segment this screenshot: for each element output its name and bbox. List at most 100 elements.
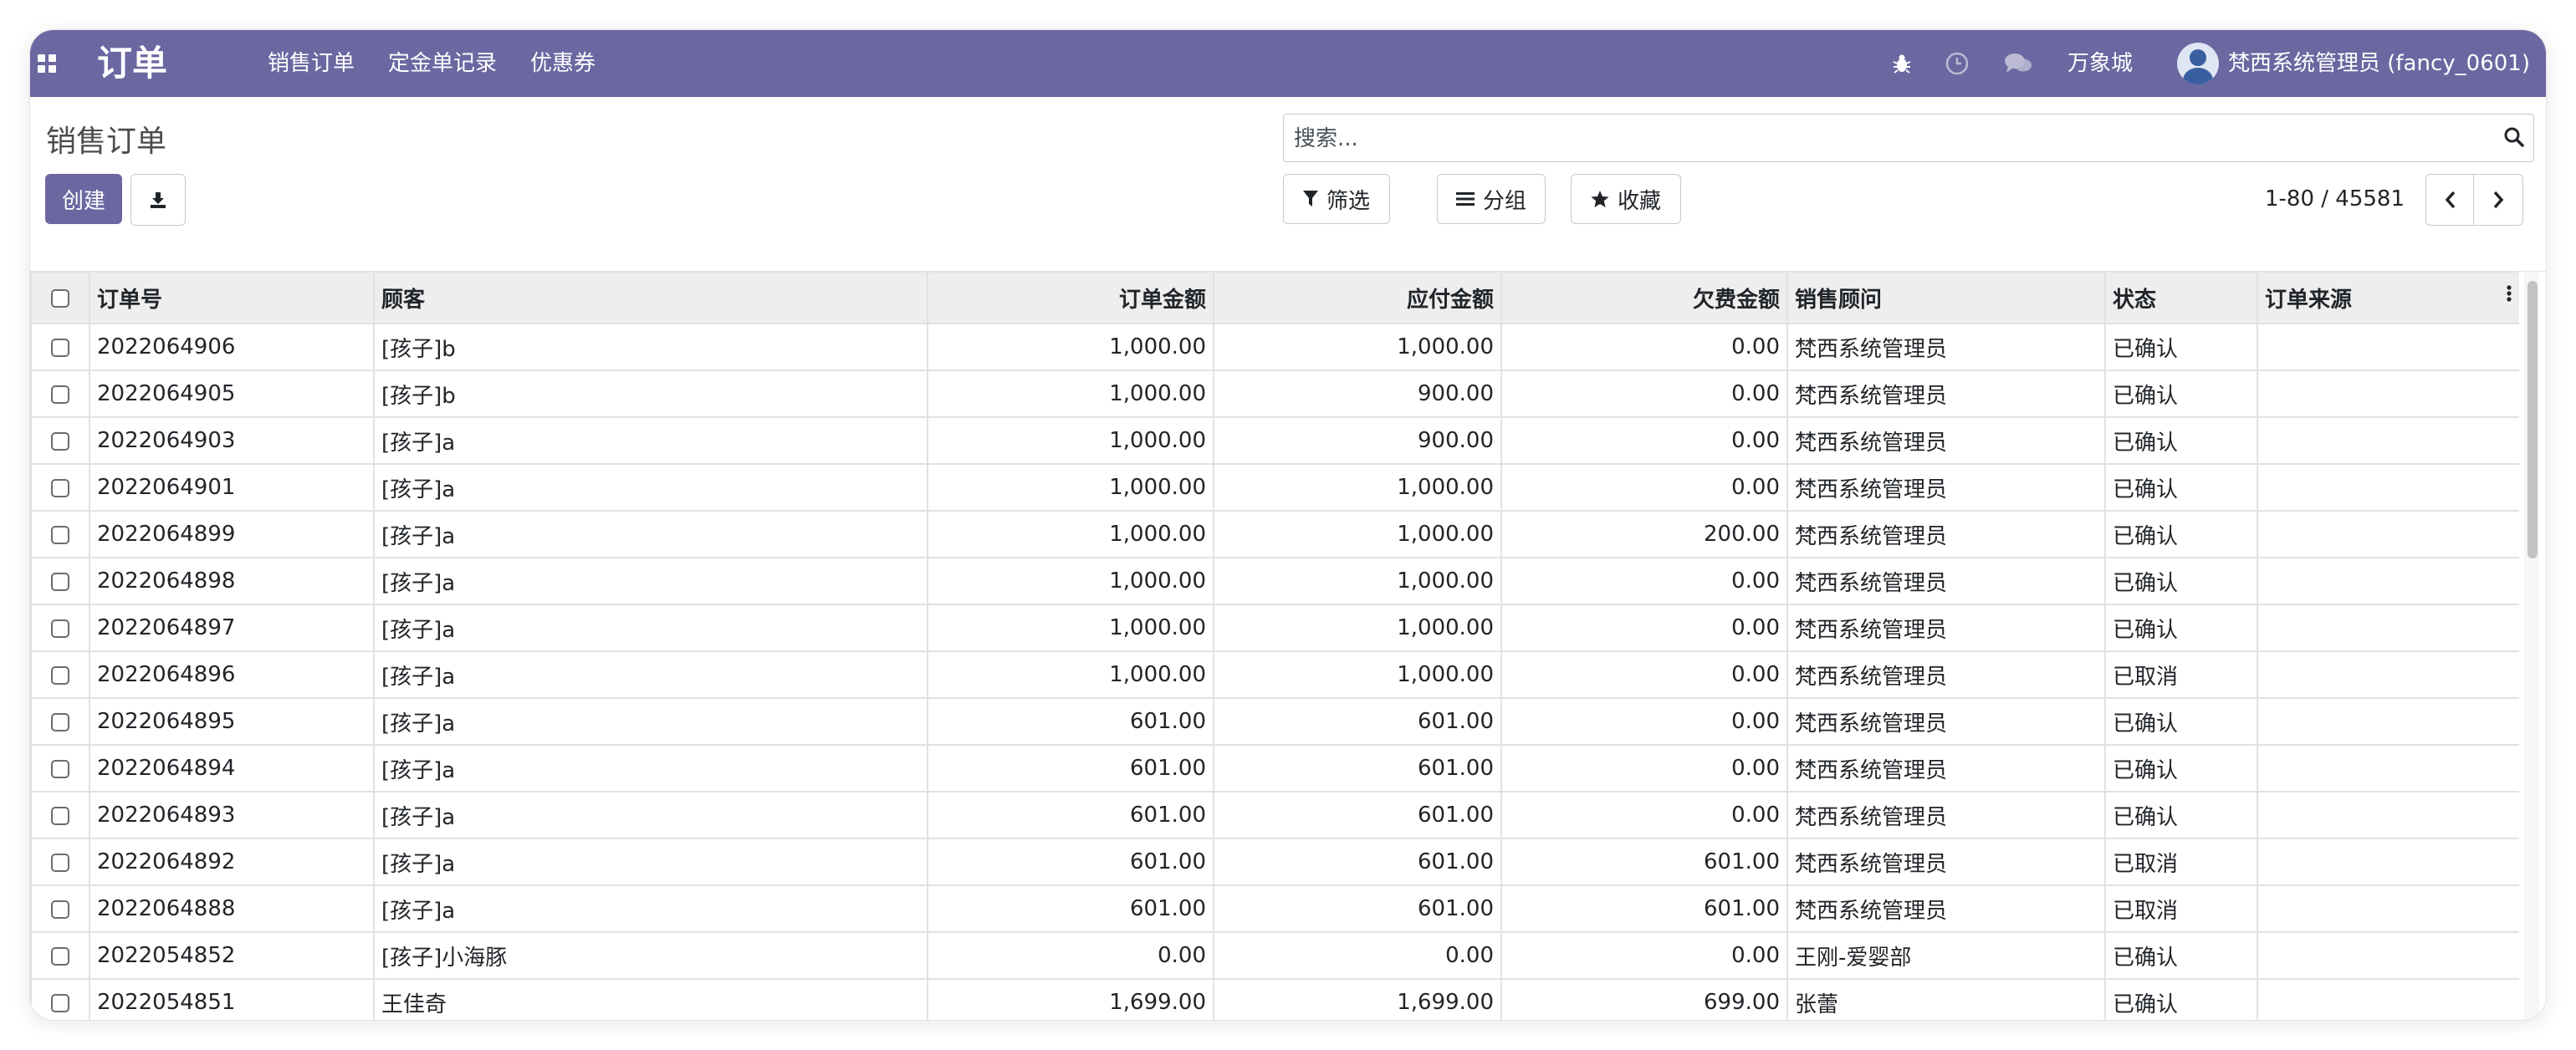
- table-row[interactable]: 2022064897 [孩子]a 1,000.00 1,000.00 0.00 梵西系统管…: [30, 604, 2519, 652]
- cell-customer: [孩子]a: [373, 463, 928, 512]
- more-vertical-icon[interactable]: [2506, 283, 2512, 304]
- table-row[interactable]: 2022064905 [孩子]b 1,000.00 900.00 0.00 梵西系统管理员…: [30, 370, 2519, 418]
- pager-value[interactable]: 1-80 / 45581: [2265, 174, 2405, 224]
- row-select-cell: [30, 416, 90, 465]
- row-checkbox[interactable]: [51, 900, 69, 919]
- cell-order-no: 2022064903: [89, 416, 375, 465]
- cell-customer: 王佳奇: [373, 978, 928, 1020]
- clock-icon[interactable]: [1945, 30, 1969, 97]
- apps-icon[interactable]: [30, 30, 64, 97]
- cell-sales-advisor: 梵西系统管理员: [1786, 510, 2106, 558]
- cell-sales-advisor: 梵西系统管理员: [1786, 838, 2106, 886]
- store-switcher[interactable]: 万象城: [2067, 30, 2133, 97]
- cell-order-source: [2257, 323, 2519, 371]
- bug-icon[interactable]: [1892, 30, 1912, 97]
- table-row[interactable]: 2022064896 [孩子]a 1,000.00 1,000.00 0.00 梵西系统管…: [30, 650, 2519, 699]
- cell-order-no: 2022064892: [89, 838, 375, 886]
- cell-payable-amount: 601.00: [1213, 791, 1502, 839]
- cell-status: 已确认: [2104, 510, 2258, 558]
- table-row[interactable]: 2022064892 [孩子]a 601.00 601.00 601.00 梵西系统管理员…: [30, 838, 2519, 886]
- column-header-order-no[interactable]: 订单号: [89, 271, 375, 324]
- table-row[interactable]: 2022064903 [孩子]a 1,000.00 900.00 0.00 梵西系统管理员…: [30, 416, 2519, 465]
- table-row[interactable]: 2022064888 [孩子]a 601.00 601.00 601.00 梵西系统管理员…: [30, 884, 2519, 933]
- table-row[interactable]: 2022064899 [孩子]a 1,000.00 1,000.00 200.00 梵西系…: [30, 510, 2519, 558]
- menu-deposit-records[interactable]: 定金单记录: [388, 30, 497, 97]
- table-row[interactable]: 2022064901 [孩子]a 1,000.00 1,000.00 0.00 梵西系统管…: [30, 463, 2519, 512]
- search-icon[interactable]: [2503, 126, 2525, 151]
- control-panel: 销售订单 创建 筛选: [30, 97, 2546, 272]
- row-checkbox[interactable]: [51, 806, 69, 825]
- cell-order-amount: 1,699.00: [927, 978, 1214, 1020]
- favorites-button[interactable]: 收藏: [1571, 174, 1681, 224]
- cell-customer: [孩子]a: [373, 604, 928, 652]
- cell-payable-amount: 1,000.00: [1213, 323, 1502, 371]
- cell-payable-amount: 1,000.00: [1213, 510, 1502, 558]
- cell-sales-advisor: 梵西系统管理员: [1786, 604, 2106, 652]
- table-row[interactable]: 2022054851 王佳奇 1,699.00 1,699.00 699.00 张蕾 已确认: [30, 978, 2519, 1020]
- menu-sales-orders[interactable]: 销售订单: [268, 30, 355, 97]
- row-checkbox[interactable]: [51, 665, 69, 685]
- pager-previous-button[interactable]: [2425, 174, 2476, 226]
- cell-order-amount: 1,000.00: [927, 510, 1214, 558]
- chat-icon[interactable]: [2004, 30, 2032, 97]
- row-checkbox[interactable]: [51, 338, 69, 357]
- row-checkbox[interactable]: [51, 619, 69, 638]
- row-checkbox[interactable]: [51, 525, 69, 544]
- cell-order-no: 2022064895: [89, 697, 375, 746]
- cell-customer: [孩子]b: [373, 370, 928, 418]
- select-all-checkbox[interactable]: [51, 288, 69, 308]
- table-row[interactable]: 2022054852 [孩子]小海豚 0.00 0.00 0.00 王刚-爱婴部 已确认: [30, 931, 2519, 980]
- table-row[interactable]: 2022064893 [孩子]a 601.00 601.00 0.00 梵西系统管理员 已确…: [30, 791, 2519, 839]
- table-row[interactable]: 2022064894 [孩子]a 601.00 601.00 0.00 梵西系统管理员 已确…: [30, 744, 2519, 793]
- row-checkbox[interactable]: [51, 572, 69, 591]
- table-row[interactable]: 2022064895 [孩子]a 601.00 601.00 0.00 梵西系统管理员 已确…: [30, 697, 2519, 746]
- column-header-sales-advisor[interactable]: 销售顾问: [1786, 271, 2106, 324]
- cell-sales-advisor: 梵西系统管理员: [1786, 557, 2106, 605]
- row-select-cell: [30, 791, 90, 839]
- cell-status: 已确认: [2104, 323, 2258, 371]
- row-checkbox[interactable]: [51, 712, 69, 731]
- row-checkbox[interactable]: [51, 431, 69, 451]
- cell-sales-advisor: 梵西系统管理员: [1786, 416, 2106, 465]
- user-menu[interactable]: 梵西系统管理员 (fancy_0601): [2228, 30, 2530, 97]
- page-title: 销售订单: [46, 125, 167, 159]
- search-input[interactable]: [1292, 115, 2483, 163]
- row-checkbox[interactable]: [51, 385, 69, 404]
- menu-coupons[interactable]: 优惠券: [530, 30, 595, 97]
- row-select-cell: [30, 650, 90, 699]
- column-header-payable-amount[interactable]: 应付金额: [1213, 271, 1502, 324]
- list-icon: [1455, 192, 1475, 206]
- table-row[interactable]: 2022064906 [孩子]b 1,000.00 1,000.00 0.00 梵西系统管…: [30, 323, 2519, 371]
- row-checkbox[interactable]: [51, 946, 69, 966]
- cell-order-no: 2022064896: [89, 650, 375, 699]
- group-by-button[interactable]: 分组: [1437, 174, 1546, 224]
- column-header-customer[interactable]: 顾客: [373, 271, 928, 324]
- cell-status: 已确认: [2104, 791, 2258, 839]
- column-header-order-amount[interactable]: 订单金额: [927, 271, 1214, 324]
- row-select-cell: [30, 370, 90, 418]
- column-header-order-source[interactable]: 订单来源: [2257, 271, 2519, 324]
- export-button[interactable]: [130, 174, 186, 226]
- row-checkbox[interactable]: [51, 759, 69, 778]
- cell-customer: [孩子]b: [373, 323, 928, 371]
- cell-customer: [孩子]a: [373, 510, 928, 558]
- cell-sales-advisor: 梵西系统管理员: [1786, 323, 2106, 371]
- column-header-owed-amount[interactable]: 欠费金额: [1500, 271, 1788, 324]
- cell-order-no: 2022064888: [89, 884, 375, 933]
- row-select-cell: [30, 557, 90, 605]
- create-button[interactable]: 创建: [45, 174, 122, 224]
- user-avatar[interactable]: [2177, 30, 2219, 97]
- table-row[interactable]: 2022064898 [孩子]a 1,000.00 1,000.00 0.00 梵西系统管…: [30, 557, 2519, 605]
- row-checkbox[interactable]: [51, 478, 69, 497]
- app-brand[interactable]: 订单: [97, 30, 167, 97]
- list-scrollbar-thumb[interactable]: [2527, 281, 2538, 558]
- cell-order-amount: 1,000.00: [927, 463, 1214, 512]
- pager-next-button[interactable]: [2473, 174, 2523, 226]
- filter-button[interactable]: 筛选: [1283, 174, 1390, 224]
- cell-order-source: [2257, 931, 2519, 980]
- row-checkbox[interactable]: [51, 993, 69, 1012]
- cell-owed-amount: 601.00: [1500, 838, 1788, 886]
- row-checkbox[interactable]: [51, 853, 69, 872]
- cell-owed-amount: 0.00: [1500, 604, 1788, 652]
- column-header-status[interactable]: 状态: [2104, 271, 2258, 324]
